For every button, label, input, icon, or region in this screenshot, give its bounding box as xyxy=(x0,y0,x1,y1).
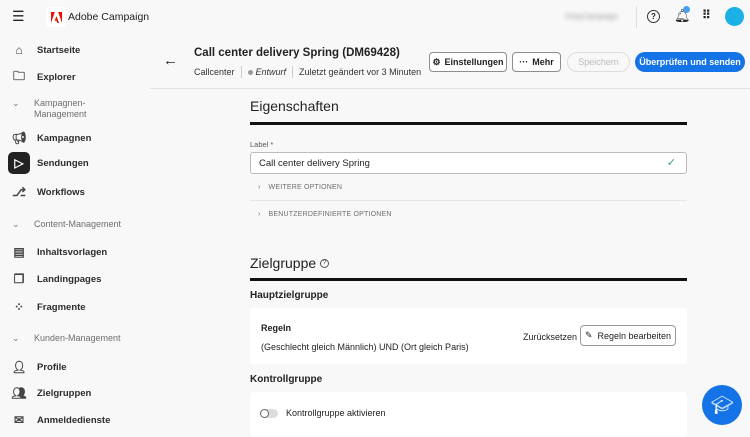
section-rule xyxy=(250,122,687,125)
more-button[interactable]: ··· Mehr xyxy=(512,52,561,72)
save-button[interactable]: Speichern xyxy=(567,52,630,72)
back-arrow-icon[interactable]: ← xyxy=(163,52,178,69)
avatar[interactable] xyxy=(725,7,744,26)
edit-rules-button[interactable]: ✎ Regeln bearbeiten xyxy=(580,325,676,346)
app-name: Adobe Campaign xyxy=(68,11,150,23)
user-icon: 👤︎ xyxy=(11,360,27,374)
control-group-card: Kontrollgruppe aktivieren xyxy=(250,392,687,437)
audience-title: Zielgruppe xyxy=(250,255,317,271)
rules-value: (Geschlecht gleich Männlich) UND (Ort gl… xyxy=(261,342,469,352)
rules-title: Regeln xyxy=(261,323,292,333)
graduation-cap-icon: 🎓︎ xyxy=(710,394,734,415)
top-bar: ☰ Adobe Campaign OnlyCampaign ? 🔔︎ ⠿ xyxy=(0,0,750,34)
sidebar-group-kampagnen[interactable]: ⌄ Kampagnen-Management xyxy=(12,98,104,120)
sidebar-item-explorer[interactable]: 🗀 Explorer xyxy=(8,66,76,88)
properties-title: Eigenschaften xyxy=(250,98,339,114)
gear-icon: ⚙ xyxy=(432,56,441,67)
review-send-button[interactable]: Überprüfen und senden xyxy=(635,52,745,72)
sidebar-item-landingpages[interactable]: ❐ Landingpages xyxy=(8,268,102,290)
status-badge: Entwurf xyxy=(255,67,287,77)
sidebar-item-kampagnen[interactable]: 📢︎ Kampagnen xyxy=(8,127,91,149)
sidebar-item-inhaltsvorlagen[interactable]: ▤ Inhaltsvorlagen xyxy=(8,241,107,263)
fragments-icon: ⁘ xyxy=(13,300,25,314)
more-icon: ··· xyxy=(519,57,529,67)
page-title: Call center delivery Spring (DM69428) xyxy=(194,47,400,59)
divider xyxy=(250,200,687,201)
sidebar-item-zielgruppen[interactable]: 👥︎ Zielgruppen xyxy=(8,382,91,404)
more-options-toggle[interactable]: › WEITERE OPTIONEN xyxy=(258,184,342,191)
chevron-down-icon: ⌄ xyxy=(12,98,20,108)
template-icon: ▤ xyxy=(13,245,25,259)
learn-button[interactable]: 🎓︎ xyxy=(702,385,742,425)
subscription-icon: ✉ xyxy=(13,413,25,427)
chevron-down-icon: ⌄ xyxy=(12,219,20,229)
main-audience-title: Hauptzielgruppe xyxy=(250,290,329,301)
label-field-label: Label * xyxy=(250,140,274,149)
landing-page-icon: ❐ xyxy=(13,272,25,286)
adobe-logo-icon xyxy=(46,7,66,27)
control-group-title: Kontrollgruppe xyxy=(250,374,323,385)
notification-badge xyxy=(683,6,690,13)
sidebar-item-startseite[interactable]: ⌂ Startseite xyxy=(8,39,80,61)
control-toggle-label: Kontrollgruppe aktivieren xyxy=(286,408,386,418)
last-modified: Zuletzt geändert vor 3 Minuten xyxy=(299,67,422,77)
status-dot-icon xyxy=(247,69,253,75)
check-icon: ✓ xyxy=(666,157,676,169)
sidebar-item-fragmente[interactable]: ⁘ Fragmente xyxy=(8,296,86,318)
info-icon[interactable]: ? xyxy=(320,258,330,268)
sidebar-group-content[interactable]: ⌄ Content-Management xyxy=(12,219,121,230)
audience-icon: 👥︎ xyxy=(11,386,27,400)
sidebar-item-profile[interactable]: 👤︎ Profile xyxy=(8,356,66,378)
edit-icon: ✎ xyxy=(584,330,593,340)
apps-icon[interactable]: ⠿ xyxy=(702,8,711,22)
label-input[interactable]: Call center delivery Spring ✓ xyxy=(250,152,687,174)
settings-button[interactable]: ⚙ Einstellungen xyxy=(429,52,507,72)
sidebar-item-workflows[interactable]: ⎇ Workflows xyxy=(8,181,85,203)
home-icon: ⌂ xyxy=(15,43,23,57)
control-group-toggle[interactable] xyxy=(260,409,278,418)
header-divider xyxy=(150,88,750,89)
help-icon[interactable]: ? xyxy=(647,10,660,23)
megaphone-icon: 📢︎ xyxy=(11,131,27,145)
menu-icon[interactable]: ☰ xyxy=(12,8,25,25)
org-name[interactable]: OnlyCampaign xyxy=(565,12,618,21)
sidebar-item-sendungen[interactable]: ▷ Sendungen xyxy=(8,152,89,174)
divider xyxy=(636,6,637,28)
section-rule xyxy=(250,278,687,281)
chevron-right-icon: › xyxy=(258,211,261,218)
workflow-icon: ⎇ xyxy=(12,185,26,199)
chevron-right-icon: › xyxy=(258,184,261,191)
folder-search-icon: 🗀 xyxy=(12,68,25,83)
custom-options-toggle[interactable]: › BENUTZERDEFINIERTE OPTIONEN xyxy=(258,211,392,218)
audience-header: Zielgruppe ? xyxy=(250,255,330,271)
channel-label: Callcenter xyxy=(194,67,235,77)
send-icon: ▷ xyxy=(8,152,30,174)
reset-button[interactable]: Zurücksetzen xyxy=(523,332,577,342)
sidebar-item-anmeldedienste[interactable]: ✉ Anmeldedienste xyxy=(8,409,110,431)
page-meta: Callcenter Entwurf Zuletzt geändert vor … xyxy=(194,66,421,78)
rules-card: Regeln (Geschlecht gleich Männlich) UND … xyxy=(250,308,687,364)
chevron-down-icon: ⌄ xyxy=(12,333,20,343)
sidebar-group-kunden[interactable]: ⌄ Kunden-Management xyxy=(12,333,121,344)
